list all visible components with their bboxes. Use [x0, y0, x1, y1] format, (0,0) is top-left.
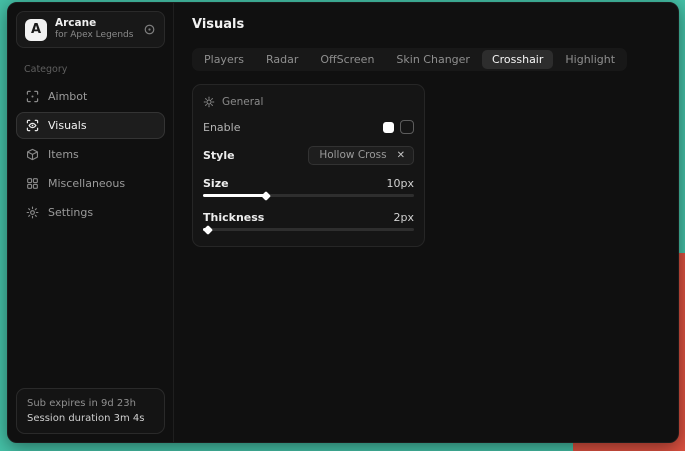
size-slider[interactable]: [203, 194, 414, 197]
sidebar-item-visuals[interactable]: Visuals: [16, 112, 165, 139]
size-label: Size: [203, 177, 229, 190]
tab-players[interactable]: Players: [194, 50, 254, 69]
gear-icon: [26, 206, 39, 219]
tab-offscreen[interactable]: OffScreen: [310, 50, 384, 69]
visuals-tabbar: Players Radar OffScreen Skin Changer Cro…: [192, 48, 627, 71]
eye-scan-icon: [26, 119, 39, 132]
sun-gear-icon: [203, 96, 215, 108]
tab-skin-changer[interactable]: Skin Changer: [386, 50, 480, 69]
grid-icon: [26, 177, 39, 190]
sidebar-item-label: Miscellaneous: [48, 177, 125, 190]
size-value: 10px: [387, 177, 415, 190]
sidebar-item-label: Visuals: [48, 119, 87, 132]
tab-highlight[interactable]: Highlight: [555, 50, 625, 69]
general-card-header: General: [203, 96, 414, 108]
sub-expires-text: Sub expires in 9d 23h: [27, 396, 154, 411]
target-pin-icon[interactable]: [143, 23, 156, 36]
subscription-stats-card: Sub expires in 9d 23h Session duration 3…: [16, 388, 165, 434]
sidebar-item-label: Aimbot: [48, 90, 87, 103]
style-row: Style Hollow Cross ✕: [203, 146, 414, 165]
arcane-menu-window: A Arcane for Apex Legends Category Aimbo: [7, 2, 679, 443]
enable-label: Enable: [203, 121, 240, 134]
sidebar: A Arcane for Apex Legends Category Aimbo: [8, 3, 174, 442]
size-slider-thumb[interactable]: [261, 191, 271, 201]
enable-row: Enable: [203, 120, 414, 134]
thickness-value: 2px: [394, 211, 415, 224]
sidebar-item-miscellaneous[interactable]: Miscellaneous: [16, 170, 165, 197]
sidebar-item-aimbot[interactable]: Aimbot: [16, 83, 165, 110]
app-title-block: Arcane for Apex Legends: [55, 17, 135, 41]
general-section-title: General: [222, 96, 263, 108]
sidebar-item-label: Settings: [48, 206, 93, 219]
thickness-row: Thickness 2px: [203, 211, 414, 224]
tab-radar[interactable]: Radar: [256, 50, 308, 69]
app-logo: A: [25, 19, 47, 41]
thickness-slider[interactable]: [203, 228, 414, 231]
sidebar-item-settings[interactable]: Settings: [16, 199, 165, 226]
style-select-button[interactable]: Hollow Cross ✕: [308, 146, 414, 165]
enable-checkbox[interactable]: [400, 120, 414, 134]
page-title: Visuals: [192, 17, 678, 32]
thickness-label: Thickness: [203, 211, 264, 224]
category-label: Category: [24, 64, 165, 75]
style-selected-value: Hollow Cross: [319, 149, 386, 161]
app-header-card: A Arcane for Apex Legends: [16, 11, 165, 48]
app-subtitle: for Apex Legends: [55, 30, 135, 41]
app-name: Arcane: [55, 17, 135, 30]
box-icon: [26, 148, 39, 161]
main-panel: Visuals Players Radar OffScreen Skin Cha…: [174, 3, 678, 442]
general-card: General Enable Style Hollow Cross ✕ Size…: [192, 84, 425, 247]
style-label: Style: [203, 149, 235, 162]
thickness-slider-thumb[interactable]: [203, 225, 213, 235]
sidebar-item-label: Items: [48, 148, 79, 161]
color-swatch[interactable]: [383, 122, 394, 133]
sidebar-item-items[interactable]: Items: [16, 141, 165, 168]
size-slider-fill: [203, 194, 266, 197]
clear-x-icon[interactable]: ✕: [397, 150, 405, 161]
size-row: Size 10px: [203, 177, 414, 190]
session-duration-text: Session duration 3m 4s: [27, 411, 154, 426]
tab-crosshair[interactable]: Crosshair: [482, 50, 553, 69]
crosshair-scan-icon: [26, 90, 39, 103]
